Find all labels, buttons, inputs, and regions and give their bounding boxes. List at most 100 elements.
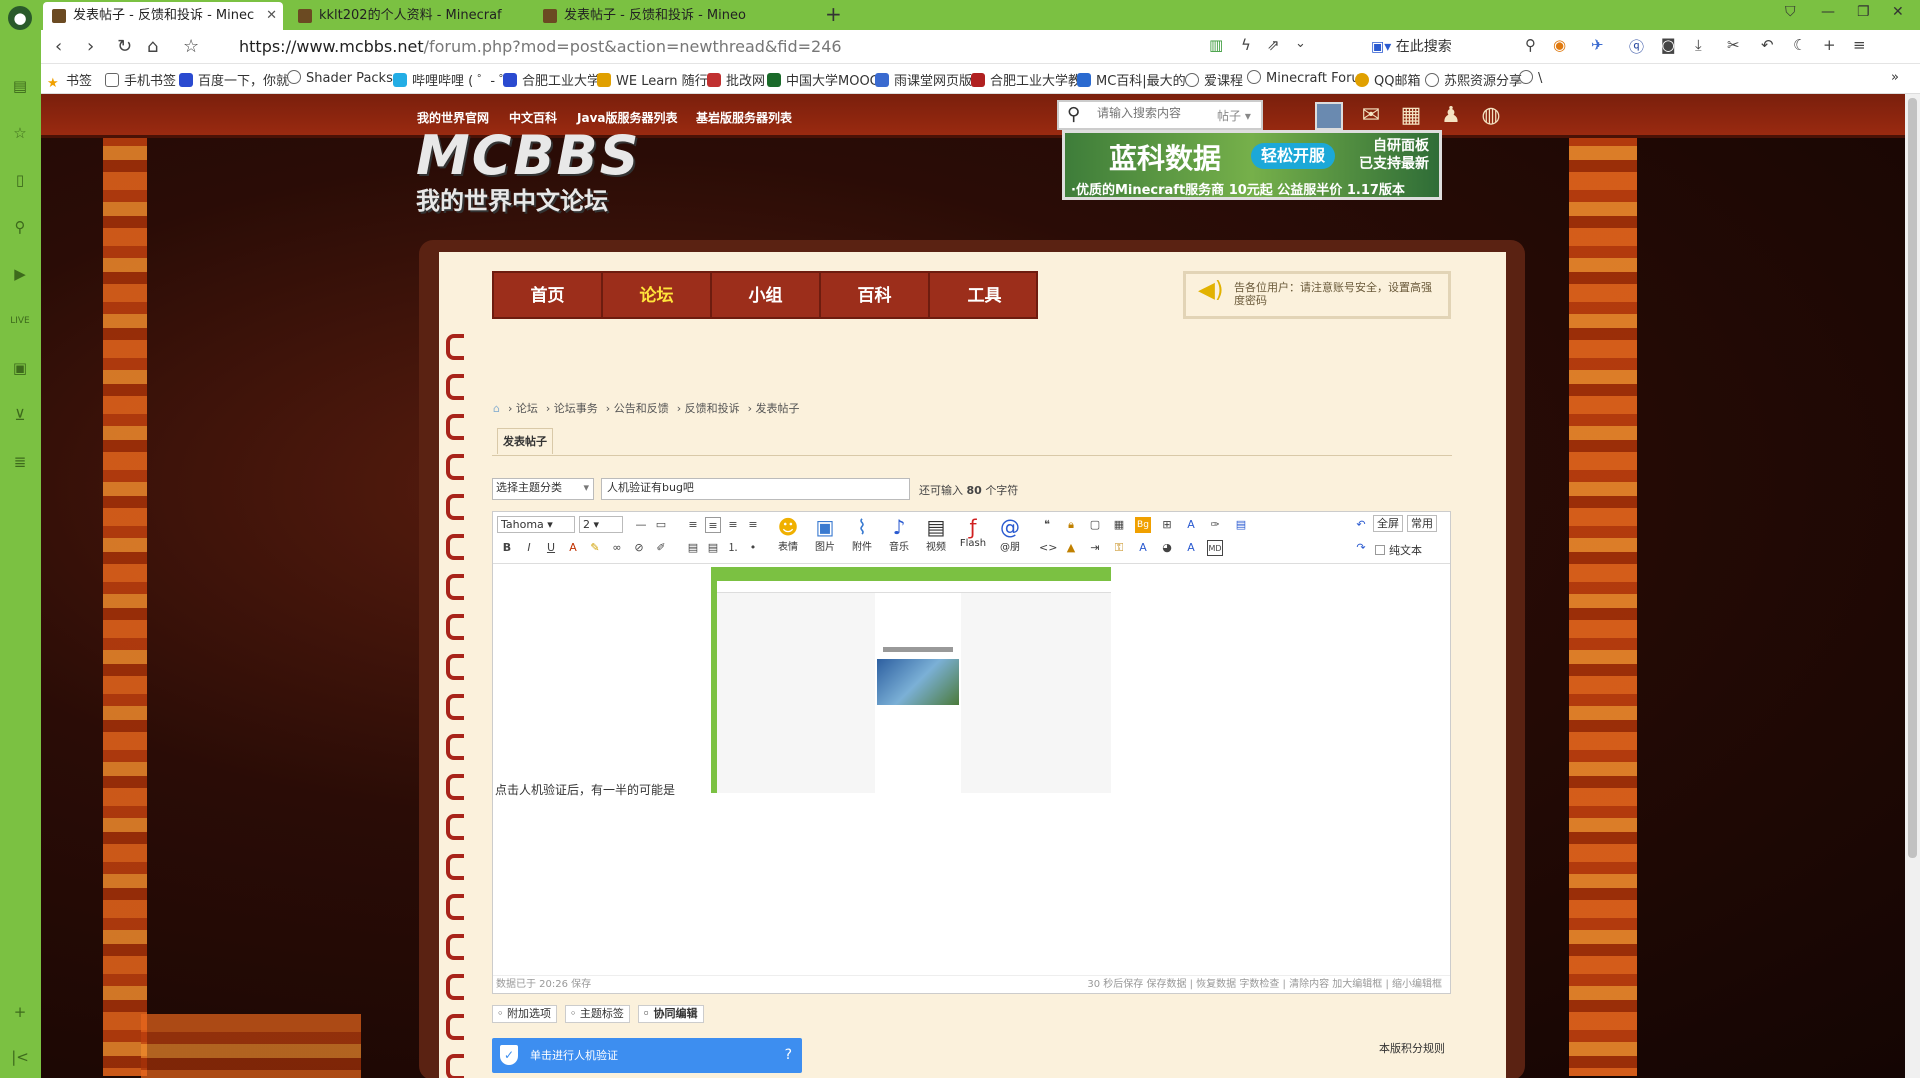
briefcase-icon[interactable]: ▣: [8, 356, 32, 380]
forum-rules-link[interactable]: 本版积分规则: [1379, 1040, 1445, 1056]
share-icon[interactable]: ⇗: [1267, 36, 1280, 54]
bookmark-item[interactable]: 批改网: [707, 70, 765, 89]
nav-tools[interactable]: 工具: [930, 273, 1039, 319]
hr-icon[interactable]: —: [633, 517, 649, 533]
flash-button[interactable]: ƒ Flash: [958, 516, 988, 549]
block-icon[interactable]: ▦: [1397, 102, 1425, 130]
bookmark-item[interactable]: 中国大学MOOC: [767, 70, 879, 89]
mention-button[interactable]: @ @朋: [995, 516, 1025, 553]
quote-icon[interactable]: ❝: [1039, 517, 1055, 533]
breadcrumb-item[interactable]: 反馈和投诉: [685, 402, 740, 415]
search-icon[interactable]: ⚲: [1067, 104, 1080, 125]
forward-icon[interactable]: ›: [87, 36, 94, 57]
italic-icon[interactable]: I: [521, 540, 537, 556]
news-icon[interactable]: ▤: [8, 74, 32, 98]
video-button[interactable]: ▤ 视频: [921, 516, 951, 553]
bookmark-item[interactable]: Minecraft Foru: [1247, 70, 1360, 86]
embedded-screenshot[interactable]: [711, 567, 1111, 793]
fullscreen-button[interactable]: 全屏: [1373, 515, 1403, 532]
indent-icon[interactable]: ⇥: [1087, 540, 1103, 556]
restore-icon[interactable]: ❐: [1857, 4, 1870, 20]
site-logo[interactable]: MCBBS 我的世界中文论坛: [416, 124, 686, 215]
collab-edit-button[interactable]: ◦ 协同编辑: [637, 1005, 704, 1023]
nav-wiki[interactable]: 百科: [821, 273, 930, 319]
message-icon[interactable]: ✉: [1357, 102, 1385, 130]
ext-icon[interactable]: ◙: [1661, 36, 1676, 54]
bookmark-item[interactable]: MC百科|最大的: [1077, 70, 1186, 89]
bookmark-item[interactable]: 合肥工业大学: [503, 70, 600, 89]
topic-tags-button[interactable]: ◦ 主题标签: [564, 1005, 630, 1023]
game-icon[interactable]: ◉: [1553, 36, 1566, 54]
extra-options-button[interactable]: ◦ 附加选项: [492, 1005, 557, 1023]
code-icon[interactable]: <>: [1039, 540, 1057, 556]
bookmark-item[interactable]: 手机书签: [105, 70, 176, 89]
ad-banner[interactable]: 蓝科数据 轻松开服 自研面板 已支持最新 ·优质的Minecraft服务商 10元…: [1062, 130, 1442, 200]
highlight-icon[interactable]: ✎: [587, 540, 603, 556]
toplink-bedrock-servers[interactable]: 基岩版服务器列表: [696, 109, 792, 126]
bookmark-item[interactable]: QQ邮箱: [1355, 70, 1420, 89]
template-icon[interactable]: ▤: [1233, 517, 1249, 533]
site-search-input[interactable]: [1097, 106, 1207, 120]
bookmark-item[interactable]: 哔哩哔哩 ( ゜- ゜: [393, 70, 512, 89]
breadcrumb-item[interactable]: 公告和反馈: [614, 402, 669, 415]
search-icon[interactable]: ⚲: [8, 215, 32, 239]
search-type-select[interactable]: 帖子 ▾: [1217, 107, 1251, 124]
checkbox[interactable]: [1375, 545, 1385, 555]
underline-icon[interactable]: U: [543, 540, 559, 556]
subject-input[interactable]: 人机验证有bug吧: [601, 478, 910, 500]
tab-new-post[interactable]: 发表帖子: [497, 428, 553, 454]
emoji-button[interactable]: ☻ 表情: [773, 516, 803, 553]
bookmark-item[interactable]: ★ 书签: [47, 70, 92, 91]
plane-icon[interactable]: ✈: [1591, 36, 1604, 54]
bold-icon[interactable]: B: [499, 540, 515, 556]
url-field[interactable]: https://www.mcbbs.net/forum.php?mod=post…: [239, 37, 842, 56]
user-avatar[interactable]: [1315, 102, 1343, 130]
help-icon[interactable]: ?: [785, 1038, 792, 1073]
unlink-icon[interactable]: ⊘: [631, 540, 647, 556]
avatar[interactable]: ●: [8, 6, 32, 30]
font-small-icon[interactable]: A: [1183, 540, 1199, 556]
plaintext-toggle[interactable]: 纯文本: [1375, 542, 1422, 558]
attach-button[interactable]: ⌇ 附件: [847, 516, 877, 553]
new-tab-icon[interactable]: +: [825, 2, 842, 26]
tab-post-1[interactable]: 发表帖子 - 反馈和投诉 - Minec ✕: [43, 2, 283, 30]
float-left-icon[interactable]: ▤: [685, 540, 701, 556]
bg-icon[interactable]: Bg: [1135, 517, 1151, 533]
nav-home[interactable]: 首页: [494, 273, 603, 319]
category-select[interactable]: 选择主题分类: [492, 478, 594, 500]
home-icon[interactable]: ⌂: [147, 36, 158, 57]
reload-icon[interactable]: ↻: [117, 36, 132, 57]
cart-icon[interactable]: ⊻: [8, 403, 32, 427]
image-button[interactable]: ▣ 图片: [810, 516, 840, 553]
search-engine-icon[interactable]: ▣▾: [1371, 39, 1396, 55]
undo-icon[interactable]: ↶: [1761, 36, 1774, 54]
bookmark-star-icon[interactable]: ☆: [183, 36, 199, 57]
bookmark-item[interactable]: 苏熙资源分享: [1425, 70, 1522, 89]
back-icon[interactable]: ‹: [55, 36, 62, 57]
bookmark-item[interactable]: \: [1519, 70, 1542, 86]
search-input[interactable]: ▣▾ 在此搜索: [1371, 36, 1581, 58]
close-icon[interactable]: ✕: [266, 2, 277, 30]
add-icon[interactable]: +: [8, 1000, 32, 1024]
clothes-icon[interactable]: ⛉: [1785, 4, 1796, 20]
bookmarks-more-icon[interactable]: »: [1891, 70, 1899, 85]
float-right-icon[interactable]: ▤: [705, 540, 721, 556]
font-size-icon[interactable]: A: [1183, 517, 1199, 533]
nav-forum[interactable]: 论坛: [603, 273, 712, 319]
lock-gold-icon[interactable]: ▲: [1063, 540, 1079, 556]
redo-icon[interactable]: ↷: [1353, 540, 1369, 556]
plus-icon[interactable]: +: [1823, 36, 1836, 54]
breadcrumb-item[interactable]: 论坛事务: [554, 402, 598, 415]
menu-icon[interactable]: ≡: [1853, 36, 1866, 54]
bookmark-item[interactable]: 合肥工业大学教: [971, 70, 1081, 89]
breadcrumb-item[interactable]: 论坛: [516, 402, 538, 415]
undo-icon[interactable]: ↶: [1353, 517, 1369, 533]
unordered-list-icon[interactable]: •: [745, 540, 761, 556]
close-window-icon[interactable]: ✕: [1892, 4, 1904, 20]
align-right-icon[interactable]: ≡: [725, 517, 741, 533]
markdown-icon[interactable]: MD: [1207, 540, 1223, 556]
link-icon[interactable]: ∞: [609, 540, 625, 556]
collapse-icon[interactable]: |<: [8, 1045, 32, 1069]
tag-icon[interactable]: ⊞: [1159, 517, 1175, 533]
nav-group[interactable]: 小组: [712, 273, 821, 319]
